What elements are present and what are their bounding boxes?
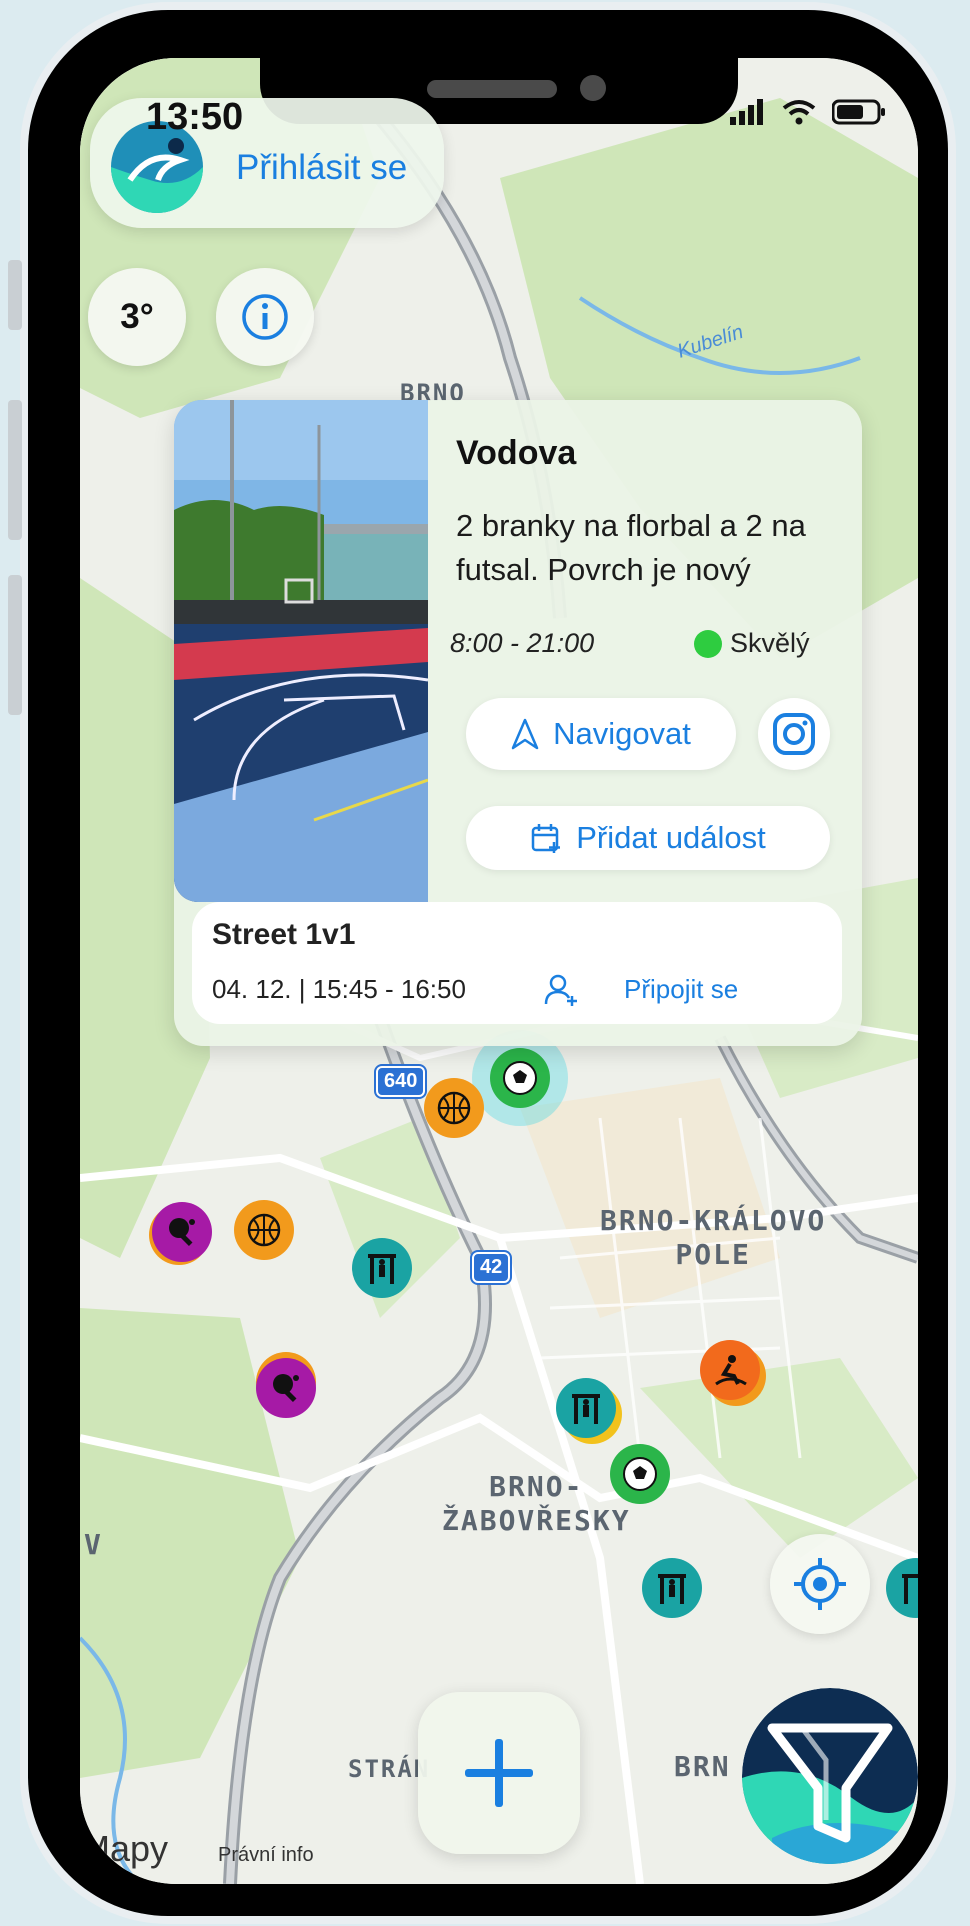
map-label-zabovresky-line1: BRNO- (489, 1470, 584, 1503)
map-label-kralovo-pole-line2: POLE (675, 1238, 751, 1271)
instagram-button[interactable] (758, 698, 830, 770)
locate-me-button[interactable] (770, 1534, 870, 1634)
navigation-arrow-icon (511, 718, 539, 750)
spot-name: Vodova (456, 434, 577, 472)
status-time: 13:50 (146, 96, 244, 138)
spot-card[interactable]: Vodova 2 branky na florbal a 2 na futsal… (174, 400, 862, 1046)
wifi-icon (782, 100, 816, 125)
maps-brand-logo: Mapy (80, 1828, 169, 1869)
football-marker[interactable] (490, 1048, 550, 1108)
basketball-marker[interactable] (424, 1078, 484, 1138)
navigate-label: Navigovat (553, 716, 691, 751)
football-icon (503, 1061, 537, 1095)
workout-marker[interactable] (352, 1238, 412, 1298)
road-badge-640: 640 (376, 1066, 426, 1097)
info-button[interactable] (216, 268, 314, 366)
speaker (427, 80, 557, 98)
map-label-kralovo-pole-line1: BRNO-KRÁLOVO (600, 1204, 827, 1237)
skate-marker[interactable] (700, 1340, 760, 1400)
add-spot-button[interactable] (418, 1692, 580, 1854)
court-photo-image (174, 400, 428, 902)
mute-switch (8, 260, 22, 330)
plus-icon (465, 1739, 533, 1807)
filter-button[interactable] (742, 1688, 918, 1864)
spot-hours: 8:00 - 21:00 (450, 628, 595, 658)
workout-icon (658, 1574, 686, 1604)
login-label: Přihlásit se (236, 148, 408, 187)
table-tennis-marker[interactable] (152, 1202, 212, 1262)
basketball-marker[interactable] (234, 1200, 294, 1260)
navigate-button[interactable]: Navigovat (466, 698, 736, 770)
screen: Kubelín BRNO BRNO-KRÁLOVO POLE BRNO- ŽAB… (80, 58, 918, 1884)
condition-status-dot (694, 630, 722, 658)
signal-icon (730, 99, 763, 125)
workout-icon (902, 1574, 918, 1604)
map-label-brn: BRN (674, 1750, 731, 1783)
map-label-zabovresky: BRNO- ŽABOVŘESKY (442, 1470, 631, 1538)
event-datetime: 04. 12. | 15:45 - 16:50 (212, 974, 466, 1004)
battery-icon (832, 99, 885, 125)
add-person-icon[interactable] (544, 972, 580, 1008)
workout-marker[interactable] (556, 1378, 616, 1438)
filter-funnel-icon (742, 1688, 918, 1864)
front-camera (580, 75, 606, 101)
crosshair-icon (794, 1558, 846, 1610)
table-tennis-icon (273, 1374, 299, 1403)
calendar-add-icon (531, 824, 561, 853)
map-label-kralovo-pole: BRNO-KRÁLOVO POLE (600, 1204, 826, 1272)
skate-icon (715, 1355, 747, 1386)
basketball-icon (247, 1213, 281, 1247)
table-tennis-icon (169, 1218, 195, 1247)
event-title: Street 1v1 (212, 918, 356, 951)
instagram-icon (773, 713, 815, 755)
spot-description: 2 branky na florbal a 2 na futsal. Povrc… (456, 508, 806, 587)
status-icons (730, 98, 888, 126)
basketball-icon (437, 1091, 471, 1125)
map-label-v: V (84, 1528, 103, 1561)
road-badge-42: 42 (472, 1252, 511, 1283)
weather-temperature[interactable]: 3° (88, 268, 186, 366)
workout-icon (368, 1254, 396, 1284)
add-event-label: Přidat událost (576, 820, 766, 855)
workout-marker[interactable] (642, 1558, 702, 1618)
event-card[interactable]: Street 1v1 04. 12. | 15:45 - 16:50 Připo… (192, 902, 842, 1024)
table-tennis-marker[interactable] (256, 1358, 316, 1418)
football-marker[interactable] (610, 1444, 670, 1504)
add-event-button[interactable]: Přidat událost (466, 806, 830, 870)
login-button[interactable]: Přihlásit se (90, 98, 444, 228)
legal-info-link[interactable]: Právní info (218, 1844, 314, 1867)
volume-down-button (8, 575, 22, 715)
join-event-button[interactable]: Připojit se (624, 974, 738, 1005)
condition-label: Skvělý (730, 628, 810, 658)
spot-photo[interactable] (174, 400, 428, 902)
volume-up-button (8, 400, 22, 540)
info-icon (242, 294, 288, 340)
football-icon (623, 1457, 657, 1491)
workout-icon (572, 1394, 600, 1424)
map-label-zabovresky-line2: ŽABOVŘESKY (442, 1504, 631, 1537)
